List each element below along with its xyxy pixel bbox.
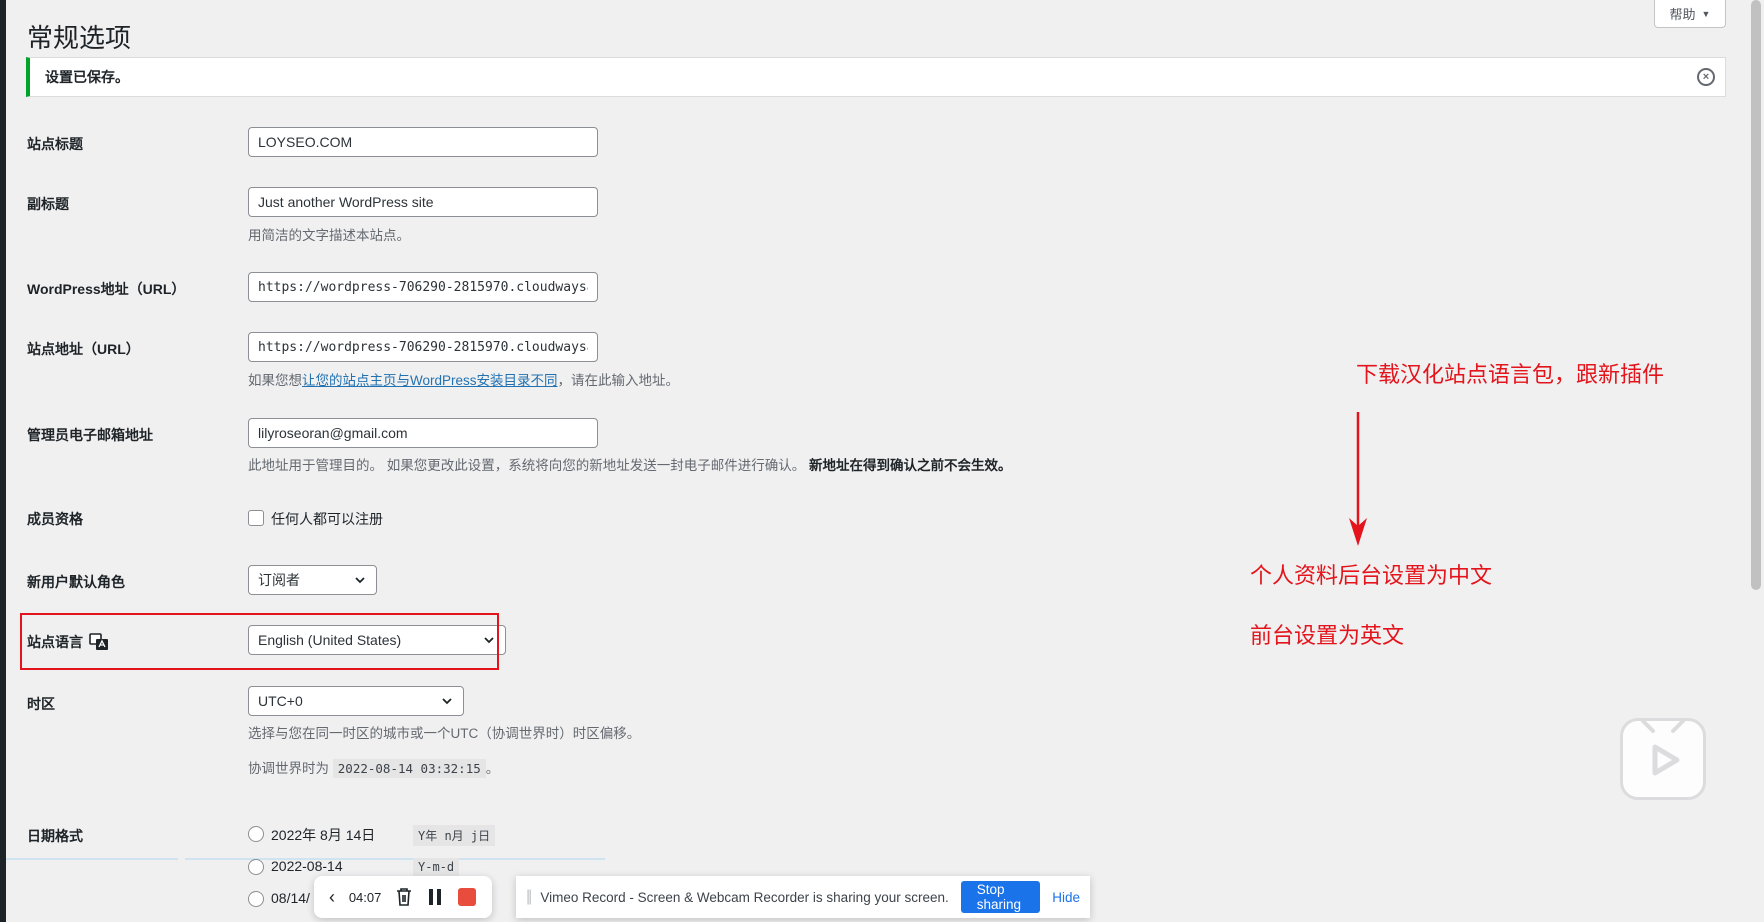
stop-sharing-button[interactable]: Stop sharing xyxy=(960,881,1041,913)
hide-button[interactable]: Hide xyxy=(1052,890,1080,905)
date-format-option-2-format: Y-m-d xyxy=(413,858,460,876)
annotation-note-2: 前台设置为英文 xyxy=(1250,623,1405,648)
pause-icon[interactable] xyxy=(427,888,443,906)
annotation-top-note: 下载汉化站点语言包，跟新插件 xyxy=(1356,362,1665,387)
scrollbar-thumb[interactable] xyxy=(1751,0,1761,590)
site-url-description: 如果您想让您的站点主页与WordPress安装目录不同，请在此输入地址。 xyxy=(248,369,679,389)
recording-time: 04:07 xyxy=(348,889,382,905)
utc-time-line: 协调世界时为 2022-08-14 03:32:15。 xyxy=(248,757,500,778)
timezone-label: 时区 xyxy=(27,696,55,712)
tagline-label: 副标题 xyxy=(27,196,69,212)
site-url-desc-before: 如果您想 xyxy=(248,373,302,388)
site-url-label: 站点地址（URL） xyxy=(27,341,140,357)
admin-email-description: 此地址用于管理目的。 如果您更改此设置，系统将向您的新地址发送一封电子邮件进行确… xyxy=(248,454,1012,474)
site-title-label: 站点标题 xyxy=(27,136,83,152)
trash-icon[interactable] xyxy=(395,887,413,907)
site-url-help-link[interactable]: 让您的站点主页与WordPress安装目录不同 xyxy=(302,373,558,388)
drag-handle-icon[interactable]: || xyxy=(526,888,532,906)
dismiss-icon[interactable]: × xyxy=(1697,68,1715,86)
timezone-select[interactable]: UTC+0 xyxy=(248,686,464,716)
date-format-option-2-label[interactable]: 2022-08-14 xyxy=(271,858,343,874)
recorder-controls: ‹ 04:07 xyxy=(314,876,492,918)
timezone-value: UTC+0 xyxy=(258,693,303,709)
site-title-input[interactable] xyxy=(248,127,598,157)
admin-email-desc: 此地址用于管理目的。 如果您更改此设置，系统将向您的新地址发送一封电子邮件进行确… xyxy=(248,458,806,473)
date-format-radio-2[interactable] xyxy=(248,859,264,875)
date-format-radio-1[interactable] xyxy=(248,826,264,842)
utc-time-value: 2022-08-14 03:32:15 xyxy=(332,759,486,778)
site-url-input[interactable] xyxy=(248,332,598,362)
admin-email-label: 管理员电子邮箱地址 xyxy=(27,427,153,443)
share-status-text: Vimeo Record - Screen & Webcam Recorder … xyxy=(540,889,949,905)
date-format-label: 日期格式 xyxy=(27,828,83,844)
tagline-input[interactable] xyxy=(248,187,598,217)
divider-line xyxy=(6,858,178,860)
admin-email-desc-bold: 新地址在得到确认之前不会生效。 xyxy=(809,458,1012,473)
wordpress-url-input[interactable] xyxy=(248,272,598,302)
tagline-description: 用简洁的文字描述本站点。 xyxy=(248,228,410,243)
admin-email-input[interactable] xyxy=(248,418,598,448)
date-format-radio-3[interactable] xyxy=(248,891,264,907)
default-role-value: 订阅者 xyxy=(258,572,300,588)
utc-time-prefix: 协调世界时为 xyxy=(248,761,329,776)
annotation-note-1: 个人资料后台设置为中文 xyxy=(1250,563,1493,588)
chevron-down-icon xyxy=(355,577,365,584)
timezone-description: 选择与您在同一时区的城市或一个UTC（协调世界时）时区偏移。 xyxy=(248,726,641,741)
divider-line xyxy=(185,858,605,860)
membership-label: 成员资格 xyxy=(27,511,83,527)
anyone-can-register-checkbox[interactable] xyxy=(248,510,264,526)
page-title: 常规选项 xyxy=(27,23,132,53)
site-url-desc-after: ，请在此输入地址。 xyxy=(557,373,680,388)
notice-text: 设置已保存。 xyxy=(45,69,129,85)
annotation-highlight-box xyxy=(20,613,499,670)
chevron-down-icon xyxy=(442,698,452,705)
wordpress-url-label: WordPress地址（URL） xyxy=(27,281,186,297)
arrow-down-icon xyxy=(1349,412,1367,546)
default-role-select[interactable]: 订阅者 xyxy=(248,565,377,595)
utc-time-suffix: 。 xyxy=(485,761,500,776)
play-icon xyxy=(1641,719,1685,776)
screen-share-bar: || Vimeo Record - Screen & Webcam Record… xyxy=(516,876,1090,918)
help-tab-label: 帮助 xyxy=(1669,7,1696,22)
video-play-button[interactable] xyxy=(1620,718,1706,800)
date-format-option-1-label[interactable]: 2022年 8月 14日 xyxy=(271,825,375,845)
help-tab-button[interactable]: 帮助 ▼ xyxy=(1654,0,1726,28)
anyone-can-register-label[interactable]: 任何人都可以注册 xyxy=(271,509,383,529)
default-role-label: 新用户默认角色 xyxy=(27,574,125,590)
settings-saved-notice: 设置已保存。 × xyxy=(26,57,1726,97)
admin-sidebar-edge xyxy=(0,0,6,922)
chevron-left-icon[interactable]: ‹ xyxy=(329,887,335,908)
caret-down-icon: ▼ xyxy=(1701,8,1711,19)
date-format-option-1-format: Y年 n月 j日 xyxy=(413,825,496,846)
stop-record-icon[interactable] xyxy=(457,887,477,907)
date-format-option-3-label[interactable]: 08/14/ xyxy=(271,890,310,906)
